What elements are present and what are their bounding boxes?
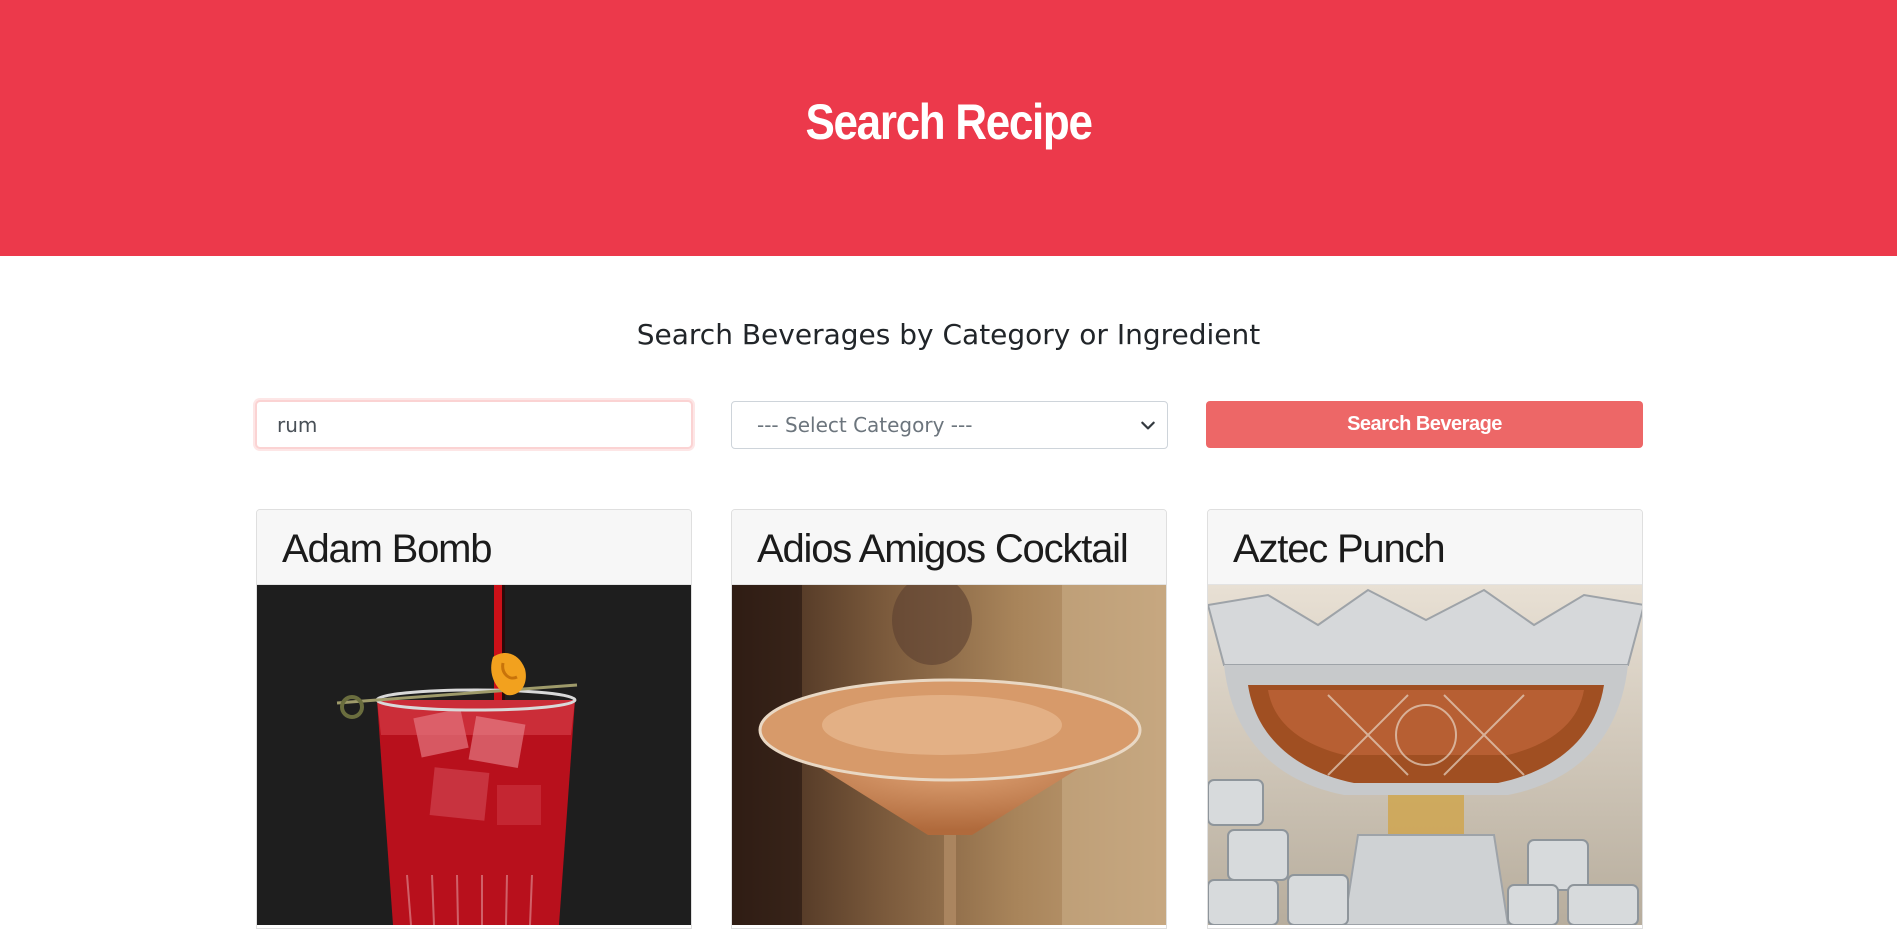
beverage-card[interactable]: Aztec Punch — [1207, 509, 1643, 929]
card-header: Adios Amigos Cocktail — [732, 510, 1166, 585]
search-subtitle: Search Beverages by Category or Ingredie… — [636, 318, 1261, 351]
page-header: Search Recipe — [0, 0, 1897, 256]
martini-glass-image[interactable] — [732, 585, 1167, 925]
category-select-value: --- Select Category --- — [757, 413, 973, 437]
page-title: Search Recipe — [805, 94, 1092, 150]
beverage-name: Adios Amigos Cocktail — [757, 526, 1129, 571]
card-header: Aztec Punch — [1208, 510, 1642, 585]
card-header: Adam Bomb — [257, 510, 691, 585]
search-beverage-button[interactable]: Search Beverage — [1206, 401, 1643, 448]
beverage-card[interactable]: Adam Bomb — [256, 509, 692, 929]
beverage-name: Adam Bomb — [282, 526, 493, 571]
results-grid: Adam Bomb Adios Amigos Cocktail Aztec Pu… — [256, 509, 1644, 929]
chevron-down-icon — [1141, 421, 1155, 430]
red-cocktail-glass-image[interactable] — [257, 585, 692, 925]
punch-bowl-image[interactable] — [1208, 585, 1643, 925]
search-form: --- Select Category --- Search Beverage — [255, 400, 1643, 449]
beverage-name: Aztec Punch — [1233, 526, 1446, 571]
ingredient-search-input[interactable] — [255, 400, 693, 449]
beverage-card[interactable]: Adios Amigos Cocktail — [731, 509, 1167, 929]
category-select[interactable]: --- Select Category --- — [731, 401, 1168, 449]
